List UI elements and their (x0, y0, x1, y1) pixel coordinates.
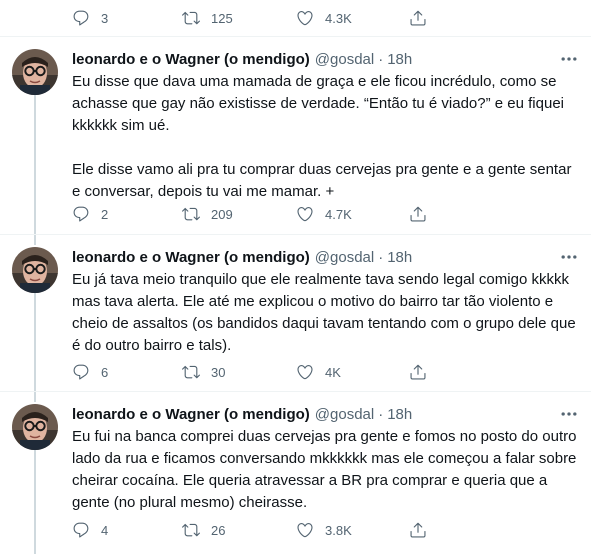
retweet-count: 209 (211, 206, 233, 222)
reply-button[interactable]: 6 (72, 362, 108, 382)
tweet-text: Eu já tava meio tranquilo que ele realme… (72, 271, 580, 354)
reply-count: 2 (101, 206, 109, 222)
separator-dot: · (378, 50, 384, 68)
retweet-button[interactable]: 30 (182, 362, 225, 382)
share-icon (409, 521, 427, 539)
retweet-icon (182, 363, 200, 381)
heart-icon (296, 9, 314, 27)
reply-icon (72, 9, 90, 27)
retweet-count: 26 (211, 522, 226, 538)
like-button[interactable]: 3.8K (296, 520, 352, 540)
heart-icon (296, 205, 314, 223)
avatar[interactable] (12, 247, 58, 293)
retweet-icon (182, 9, 200, 27)
tweet-header: leonardo e o Wagner (o mendigo) @gosdal … (72, 247, 412, 267)
like-button[interactable]: 4.7K (296, 204, 352, 224)
more-options-icon[interactable] (559, 404, 579, 424)
thread-line (34, 293, 36, 391)
previous-tweet-actions-bar: 3 125 4.3K (0, 0, 591, 37)
separator-dot: · (378, 248, 384, 266)
reply-button[interactable]: 4 (72, 520, 108, 540)
share-icon (409, 363, 427, 381)
separator-dot: · (378, 405, 384, 423)
reply-count: 4 (101, 522, 109, 538)
retweet-button[interactable]: 125 (182, 8, 233, 28)
share-icon (409, 205, 427, 223)
like-count: 4.7K (325, 206, 352, 222)
retweet-count: 30 (211, 364, 226, 380)
tweet[interactable]: leonardo e o Wagner (o mendigo) @gosdal … (0, 235, 591, 392)
tweet-actions: 4 26 3.8K (72, 520, 492, 540)
reply-icon (72, 363, 90, 381)
tweet-header: leonardo e o Wagner (o mendigo) @gosdal … (72, 49, 412, 69)
tweet-text: Eu fui na banca comprei duas cervejas pr… (72, 428, 581, 511)
user-handle[interactable]: @gosdal (315, 51, 374, 68)
avatar-image (12, 247, 58, 293)
retweet-button[interactable]: 209 (182, 204, 233, 224)
like-count: 4.3K (325, 10, 352, 26)
retweet-icon (182, 205, 200, 223)
avatar[interactable] (12, 49, 58, 95)
share-button[interactable] (409, 520, 427, 540)
share-button[interactable] (409, 8, 427, 28)
more-options-icon[interactable] (559, 247, 579, 267)
thread-line (34, 392, 36, 402)
avatar-image (12, 49, 58, 95)
retweet-button[interactable]: 26 (182, 520, 225, 540)
thread-line (34, 93, 36, 234)
share-button[interactable] (409, 204, 427, 224)
reply-count: 6 (101, 364, 109, 380)
thread-line (34, 450, 36, 554)
timestamp[interactable]: 18h (387, 51, 412, 68)
tweet-actions: 2 209 4.7K (72, 204, 492, 224)
tweet-actions: 6 30 4K (72, 362, 492, 382)
reply-icon (72, 521, 90, 539)
heart-icon (296, 363, 314, 381)
user-handle[interactable]: @gosdal (315, 249, 374, 266)
heart-icon (296, 521, 314, 539)
reply-icon (72, 205, 90, 223)
thread-line (34, 235, 36, 245)
share-icon (409, 9, 427, 27)
share-button[interactable] (409, 362, 427, 382)
reply-button[interactable]: 2 (72, 204, 108, 224)
user-handle[interactable]: @gosdal (315, 406, 374, 423)
like-button[interactable]: 4.3K (296, 8, 352, 28)
retweet-icon (182, 521, 200, 539)
tweet[interactable]: leonardo e o Wagner (o mendigo) @gosdal … (0, 392, 591, 554)
retweet-count: 125 (211, 10, 233, 26)
like-count: 3.8K (325, 522, 352, 538)
display-name[interactable]: leonardo e o Wagner (o mendigo) (72, 406, 310, 423)
tweet-header: leonardo e o Wagner (o mendigo) @gosdal … (72, 404, 412, 424)
avatar-image (12, 404, 58, 450)
tweet-text: Eu disse que dava uma mamada de graça e … (72, 73, 572, 200)
tweet[interactable]: leonardo e o Wagner (o mendigo) @gosdal … (0, 37, 591, 235)
display-name[interactable]: leonardo e o Wagner (o mendigo) (72, 51, 310, 68)
like-count: 4K (325, 364, 341, 380)
reply-count: 3 (101, 10, 109, 26)
timestamp[interactable]: 18h (387, 406, 412, 423)
timestamp[interactable]: 18h (387, 249, 412, 266)
avatar[interactable] (12, 404, 58, 450)
like-button[interactable]: 4K (296, 362, 341, 382)
more-options-icon[interactable] (559, 49, 579, 69)
display-name[interactable]: leonardo e o Wagner (o mendigo) (72, 249, 310, 266)
reply-button[interactable]: 3 (72, 8, 108, 28)
